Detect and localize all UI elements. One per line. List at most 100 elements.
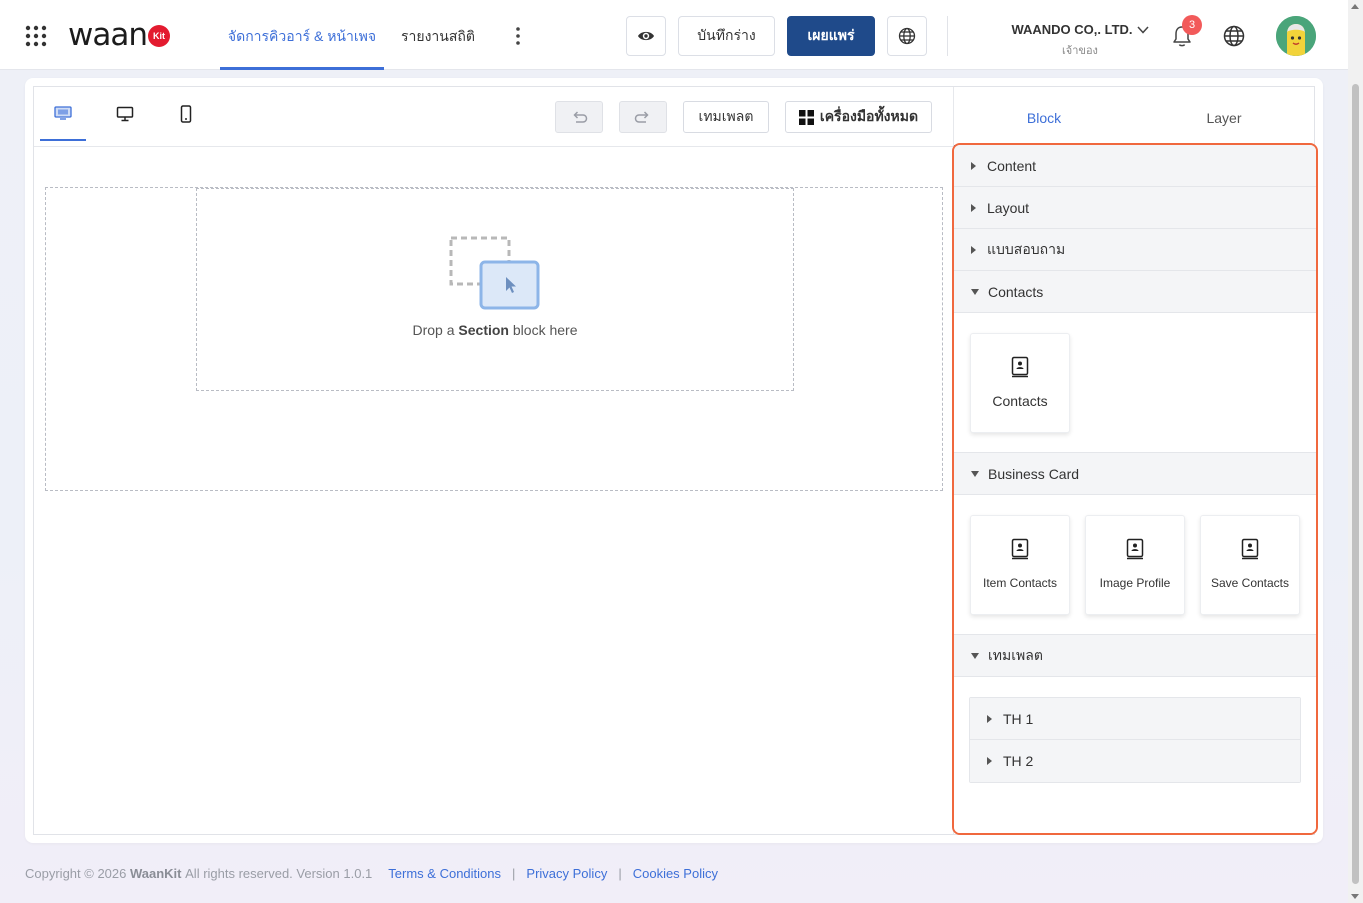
more-menu-icon[interactable]	[510, 25, 526, 47]
contact-book-icon	[1241, 538, 1259, 560]
caret-down-icon	[971, 288, 979, 295]
scrollbar-thumb[interactable]	[1352, 84, 1359, 884]
avatar-image	[1276, 16, 1316, 56]
category-label: แบบสอบถาม	[987, 240, 1066, 257]
block-image-profile[interactable]: Image Profile	[1085, 515, 1185, 615]
template-label: TH 1	[1003, 710, 1034, 727]
block-label: Save Contacts	[1210, 576, 1290, 590]
block-label: Image Profile	[1099, 576, 1171, 590]
copyright-suffix: All rights reserved. Version 1.0.1	[185, 866, 373, 881]
org-switcher[interactable]: WAANDO CO,. LTD. เจ้าของ	[1000, 22, 1160, 59]
block-save-contacts[interactable]: Save Contacts	[1200, 515, 1300, 615]
globe-icon	[898, 27, 916, 45]
contact-book-icon	[1011, 538, 1029, 560]
category-label: Business Card	[988, 465, 1080, 482]
brand-logo[interactable]: waan Kit	[68, 18, 170, 52]
template-item-th1[interactable]: TH 1	[970, 698, 1300, 740]
block-item-contacts[interactable]: Item Contacts	[970, 515, 1070, 615]
tab-fullscreen-view[interactable]	[40, 87, 86, 141]
caret-right-icon	[987, 714, 992, 723]
caret-down-icon	[971, 652, 979, 659]
caret-right-icon	[971, 245, 976, 254]
right-panel: Block Layer Content Layout แบบสอบถาม Con…	[952, 87, 1318, 835]
category-layout[interactable]: Layout	[954, 187, 1316, 229]
privacy-link[interactable]: Privacy Policy	[526, 866, 607, 881]
redo-button[interactable]	[619, 101, 667, 133]
footer-separator: |	[512, 866, 516, 881]
scroll-down-arrow[interactable]	[1351, 894, 1359, 899]
undo-icon	[573, 111, 588, 123]
category-contacts[interactable]: Contacts	[954, 271, 1316, 313]
category-label: Contacts	[988, 283, 1044, 300]
editor-toolbar: เทมเพลต เครื่องมือทั้งหมด	[34, 87, 953, 147]
section-drop-zone[interactable]: Drop a Section block here	[196, 188, 794, 391]
category-template[interactable]: เทมเพลต	[954, 635, 1316, 677]
tab-desktop-view[interactable]	[102, 87, 148, 141]
copyright-prefix: Copyright © 2026	[25, 866, 127, 881]
org-name-row: WAANDO CO,. LTD.	[1011, 22, 1149, 37]
grid-tools-icon	[798, 109, 814, 125]
avatar[interactable]	[1276, 16, 1316, 56]
tab-qr-pages[interactable]: จัดการคิวอาร์ & หน้าเพจ	[220, 0, 384, 70]
cookies-link[interactable]: Cookies Policy	[633, 866, 718, 881]
globe-icon[interactable]	[1222, 24, 1246, 48]
drop-text-suffix: block here	[512, 322, 578, 338]
logo-badge: Kit	[148, 25, 170, 47]
caret-right-icon	[971, 203, 976, 212]
block-library: Content Layout แบบสอบถาม Contacts Contac…	[952, 143, 1318, 835]
category-label: เทมเพลต	[988, 646, 1043, 663]
block-label: Contacts	[992, 393, 1048, 409]
drop-instruction: Drop a Section block here	[413, 322, 578, 338]
undo-button[interactable]	[555, 101, 603, 133]
chevron-down-icon	[1136, 25, 1149, 34]
page-editor: เทมเพลต เครื่องมือทั้งหมด Drop a Section…	[33, 86, 1318, 835]
template-list: TH 1 TH 2	[969, 697, 1301, 783]
language-button[interactable]	[887, 16, 927, 56]
scroll-up-arrow[interactable]	[1351, 4, 1359, 9]
tab-layer[interactable]: Layer	[1134, 87, 1314, 147]
fullscreen-device-icon	[54, 106, 72, 120]
category-business-card[interactable]: Business Card	[954, 453, 1316, 495]
copyright-company: WaanKit	[129, 866, 182, 881]
caret-right-icon	[987, 757, 992, 765]
all-tools-label: เครื่องมือทั้งหมด	[819, 108, 919, 124]
logo-text: waan	[68, 17, 148, 53]
org-role: เจ้าของ	[1062, 45, 1098, 57]
redo-icon	[634, 111, 649, 123]
org-name: WAANDO CO,. LTD.	[1011, 22, 1133, 37]
block-label: Item Contacts	[982, 576, 1058, 590]
category-content[interactable]: Content	[954, 145, 1316, 187]
page-scrollbar[interactable]	[1348, 0, 1363, 903]
caret-down-icon	[971, 470, 979, 477]
template-button[interactable]: เทมเพลต	[683, 101, 769, 133]
notification-badge: 3	[1182, 15, 1202, 35]
preview-button[interactable]	[626, 16, 666, 56]
template-blocks: TH 1 TH 2	[954, 677, 1316, 833]
page-footer: Copyright © 2026 WaanKit All rights rese…	[25, 866, 718, 881]
desktop-icon	[116, 106, 134, 122]
category-label: Layout	[987, 199, 1030, 216]
contact-book-icon	[1126, 538, 1144, 560]
mobile-icon	[180, 105, 192, 123]
category-survey[interactable]: แบบสอบถาม	[954, 229, 1316, 271]
block-contacts[interactable]: Contacts	[970, 333, 1070, 433]
tab-mobile-view[interactable]	[163, 87, 209, 141]
publish-button[interactable]: เผยแพร่	[787, 16, 875, 56]
apps-grid-icon[interactable]	[25, 25, 47, 47]
save-draft-button[interactable]: บันทึกร่าง	[678, 16, 775, 56]
category-label: Content	[987, 157, 1037, 174]
drop-text-section: Section	[458, 322, 509, 338]
caret-right-icon	[971, 161, 976, 170]
all-tools-button[interactable]: เครื่องมือทั้งหมด	[785, 101, 932, 133]
drop-block-illustration	[449, 236, 540, 310]
tab-statistics[interactable]: รายงานสถิติ	[393, 0, 483, 70]
page-canvas[interactable]: Drop a Section block here	[45, 187, 943, 491]
top-header: waan Kit จัดการคิวอาร์ & หน้าเพจ รายงานส…	[0, 0, 1348, 70]
header-divider	[947, 16, 948, 56]
tab-block[interactable]: Block	[954, 87, 1134, 147]
drop-text-prefix: Drop a	[412, 322, 455, 338]
terms-link[interactable]: Terms & Conditions	[388, 866, 501, 881]
template-item-th2[interactable]: TH 2	[970, 740, 1300, 782]
contacts-blocks: Contacts	[954, 313, 1316, 453]
contact-book-icon	[1011, 356, 1029, 378]
